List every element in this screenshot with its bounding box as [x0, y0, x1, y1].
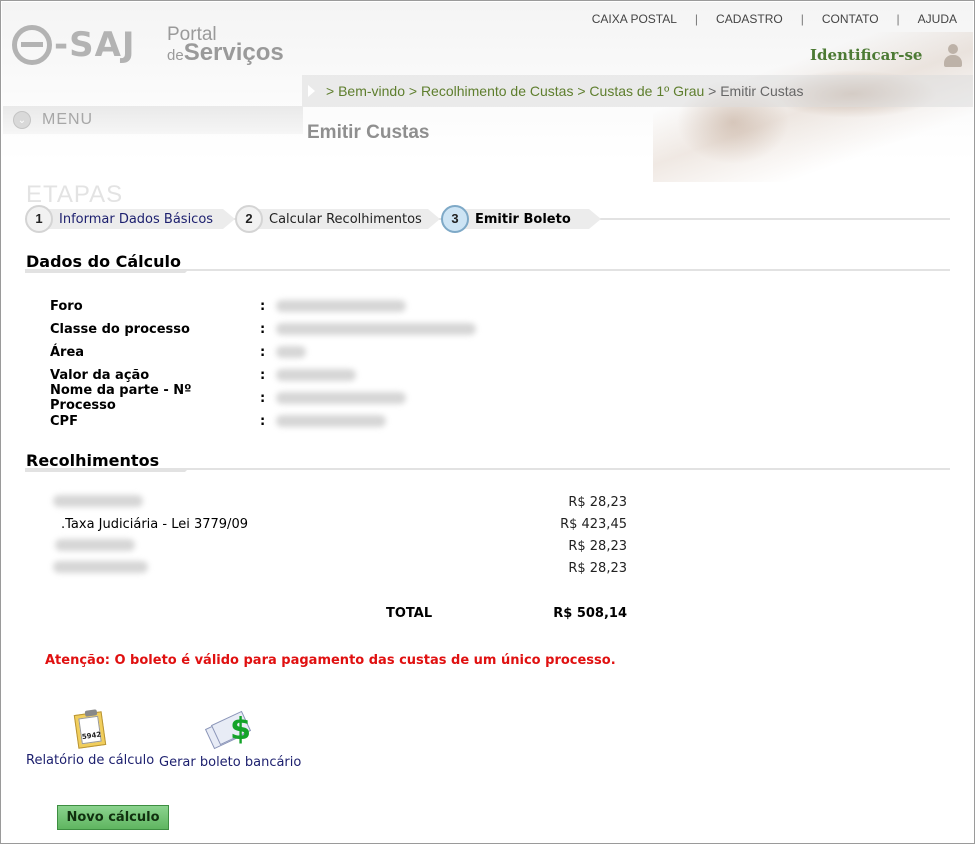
recolhimento-description	[53, 495, 143, 511]
field-colon: :	[260, 298, 266, 314]
nav-separator: |	[896, 12, 900, 26]
dados-calculo-divider	[25, 269, 950, 275]
redacted-value	[276, 323, 476, 335]
user-icon-body	[944, 55, 962, 67]
nav-separator: |	[800, 12, 804, 26]
steps-bar: 1 Informar Dados Básicos 2 Calcular Reco…	[25, 205, 950, 233]
divider-thick	[25, 269, 189, 273]
esaj-logo[interactable]: -SAJ	[12, 20, 136, 70]
recolhimento-description: .Taxa Judiciária - Lei 3779/09	[61, 517, 248, 532]
field-colon: :	[260, 344, 266, 360]
redacted-value	[276, 369, 356, 381]
portal-servicos-logo: Portal deServiços	[167, 25, 284, 65]
recolhimentos-divider	[25, 468, 950, 474]
relatorio-calculo-label: Relatório de cálculo	[26, 753, 155, 768]
nav-separator: |	[694, 12, 699, 26]
redacted-value	[276, 392, 406, 404]
redacted-value	[55, 539, 135, 551]
recolhimento-value: R$ 28,23	[568, 495, 627, 510]
recolhimento-row: R$ 28,23	[55, 537, 627, 557]
warning-message: Atenção: O boleto é válido para pagament…	[45, 653, 616, 668]
dollar-sign: $	[230, 712, 252, 747]
relatorio-calculo-link[interactable]: 5942 Relatório de cálculo	[26, 709, 154, 768]
step-1-label: Informar Dados Básicos	[59, 211, 214, 227]
step-2: 2 Calcular Recolhimentos	[235, 205, 440, 233]
clipboard-report-icon: 5942	[72, 709, 108, 749]
field-cpf: CPF :	[50, 411, 386, 431]
recolhimento-value: R$ 423,45	[560, 517, 627, 532]
header: -SAJ Portal deServiços CAIXA POSTAL | CA…	[2, 2, 973, 182]
field-label: Classe do processo	[50, 321, 190, 337]
field-label: Foro	[50, 298, 83, 314]
breadcrumb-item[interactable]: > Recolhimento de Custas	[409, 83, 574, 99]
field-area: Área :	[50, 342, 306, 362]
recolhimento-value: R$ 28,23	[568, 539, 627, 554]
recolhimento-value: R$ 28,23	[568, 561, 627, 576]
field-valor-acao: Valor da ação :	[50, 365, 356, 385]
page-frame: -SAJ Portal deServiços CAIXA POSTAL | CA…	[0, 0, 975, 844]
breadcrumb: > Bem-vindo > Recolhimento de Custas > C…	[302, 75, 973, 107]
logo-e-icon	[12, 25, 52, 65]
chevron-down-icon: ⌄	[13, 111, 31, 129]
logo-text: -SAJ	[54, 25, 136, 65]
portal-line2-main: Serviços	[183, 39, 284, 66]
gerar-boleto-link[interactable]: $ Gerar boleto bancário	[159, 709, 301, 770]
total-label: TOTAL	[386, 606, 433, 621]
menu-toggle[interactable]: ⌄ MENU	[3, 106, 303, 134]
user-icon-head	[948, 44, 958, 54]
field-label: Área	[50, 344, 85, 360]
recolhimento-row: R$ 28,23	[53, 559, 627, 579]
nav-contato[interactable]: CONTATO	[822, 12, 879, 26]
recolhimento-description	[55, 539, 135, 555]
redacted-value	[276, 415, 386, 427]
step-3-number: 3	[441, 205, 469, 233]
field-label: CPF	[50, 413, 78, 429]
step-3: 3 Emitir Boleto	[441, 205, 601, 233]
field-nome-parte: Nome da parte - Nº Processo :	[50, 383, 406, 413]
gerar-boleto-label: Gerar boleto bancário	[159, 755, 302, 770]
redacted-value	[53, 561, 148, 573]
total-value: R$ 508,14	[553, 606, 627, 621]
portal-line2: deServiços	[167, 41, 284, 65]
top-navigation: CAIXA POSTAL | CADASTRO | CONTATO | AJUD…	[592, 12, 957, 26]
redacted-value	[276, 300, 406, 312]
boleto-money-icon: $	[200, 709, 260, 751]
portal-line2-prefix: de	[167, 47, 184, 64]
breadcrumb-item[interactable]: > Bem-vindo	[326, 83, 405, 99]
menu-label: MENU	[42, 111, 94, 128]
user-icon[interactable]	[942, 44, 964, 68]
breadcrumb-current: > Emitir Custas	[708, 83, 804, 99]
recolhimento-row: R$ 28,23	[53, 493, 627, 513]
nav-cadastro[interactable]: CADASTRO	[716, 12, 783, 26]
breadcrumb-arrow-icon	[308, 85, 315, 97]
field-colon: :	[260, 390, 266, 406]
field-colon: :	[260, 321, 266, 337]
nav-ajuda[interactable]: AJUDA	[918, 12, 957, 26]
step-1-number: 1	[25, 205, 53, 233]
page-title: Emitir Custas	[307, 122, 430, 143]
field-label: Nome da parte - Nº Processo	[50, 383, 192, 413]
identificar-se-link[interactable]: Identificar-se	[810, 46, 922, 64]
clipboard-paper: 5942	[78, 715, 102, 745]
step-2-number: 2	[235, 205, 263, 233]
divider-thick	[25, 468, 189, 472]
redacted-value	[53, 495, 143, 507]
field-colon: :	[260, 413, 266, 429]
novo-calculo-button[interactable]: Novo cálculo	[57, 805, 169, 830]
field-classe-processo: Classe do processo :	[50, 319, 476, 339]
field-label: Valor da ação	[50, 367, 150, 383]
step-3-label: Emitir Boleto	[475, 211, 571, 227]
recolhimento-row: .Taxa Judiciária - Lei 3779/09 R$ 423,45	[61, 515, 627, 535]
step-1[interactable]: 1 Informar Dados Básicos	[25, 205, 235, 233]
step-2-label: Calcular Recolhimentos	[269, 211, 422, 227]
breadcrumb-item[interactable]: > Custas de 1º Grau	[577, 83, 704, 99]
field-foro: Foro :	[50, 296, 406, 316]
recolhimento-description	[53, 561, 148, 577]
redacted-value	[276, 346, 306, 358]
field-colon: :	[260, 367, 266, 383]
nav-caixa-postal[interactable]: CAIXA POSTAL	[592, 12, 677, 26]
